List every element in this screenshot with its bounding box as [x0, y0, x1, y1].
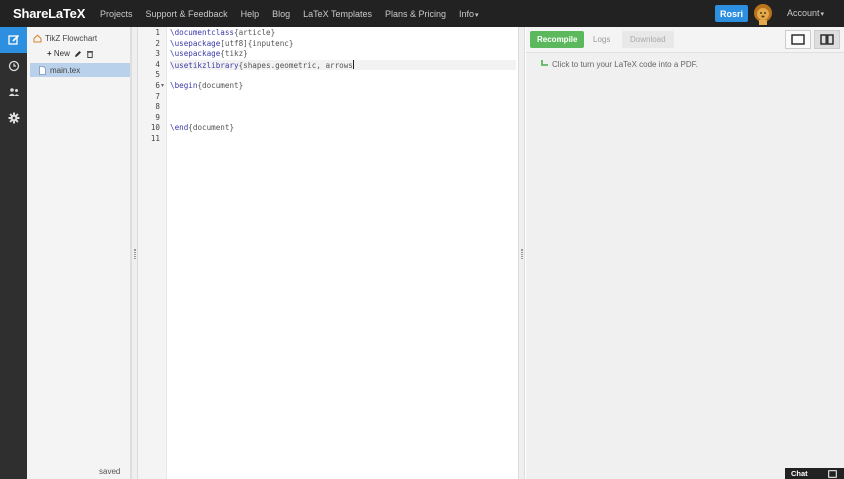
- file-item-main-tex[interactable]: main.tex: [30, 63, 130, 77]
- code-editor[interactable]: 1 2 3 4 5 6 ▾ 7 8 9 10 11 \documentclass{article} \u…: [138, 27, 518, 479]
- file-tree-panel: TikZ Flowchart + New main.tex saved: [27, 27, 131, 479]
- new-file-label: New: [53, 49, 70, 58]
- code-token: {tikz}: [220, 49, 248, 59]
- code-line[interactable]: [170, 102, 516, 113]
- lion-mascot-icon: [754, 4, 772, 25]
- text-cursor: [352, 59, 354, 69]
- project-name: TikZ Flowchart: [45, 34, 98, 43]
- single-pane-layout-button[interactable]: [785, 30, 811, 49]
- single-pane-icon: [791, 34, 805, 45]
- split-pane-icon: [820, 34, 834, 45]
- code-line[interactable]: [170, 113, 516, 124]
- code-line[interactable]: \begin{document}: [170, 81, 516, 92]
- chat-tab[interactable]: Chat: [785, 468, 844, 479]
- code-token: \usepackage: [170, 49, 221, 59]
- line-number: 8: [155, 102, 160, 112]
- code-token: \usetikzlibrary: [170, 60, 239, 70]
- main-nav: Projects Support & Feedback Help Blog La…: [100, 9, 492, 19]
- arrow-up-left-icon: [541, 60, 548, 66]
- code-line[interactable]: [170, 92, 516, 103]
- code-token: [utf8]{inputenc}: [220, 38, 294, 48]
- rail-editor-button[interactable]: [0, 27, 27, 53]
- share-icon: [8, 88, 19, 96]
- save-status: saved: [99, 467, 121, 476]
- code-line[interactable]: \usepackage[utf8]{inputenc}: [170, 39, 516, 50]
- code-token: {document}: [197, 81, 244, 90]
- file-icon: [39, 65, 46, 75]
- code-line[interactable]: \end{document}: [170, 123, 516, 134]
- pencil-icon[interactable]: [74, 50, 82, 58]
- file-name: main.tex: [50, 65, 81, 75]
- new-file-button[interactable]: + New: [47, 49, 70, 58]
- rail-history-button[interactable]: [0, 53, 27, 79]
- edit-icon: [7, 34, 19, 45]
- code-token: {document}: [188, 123, 235, 133]
- line-number: 7: [155, 91, 160, 101]
- line-number: 5: [155, 70, 160, 80]
- account-dropdown[interactable]: Account▾: [787, 8, 824, 18]
- nav-blog[interactable]: Blog: [272, 9, 290, 19]
- history-icon: [8, 60, 19, 72]
- rail-share-button[interactable]: [0, 79, 27, 105]
- chat-expand-icon: [827, 469, 837, 478]
- home-icon: [33, 34, 42, 43]
- line-number: 4: [155, 59, 160, 69]
- rail-settings-button[interactable]: [0, 105, 27, 131]
- chevron-down-icon: ▾: [475, 11, 479, 19]
- left-toolbar: [0, 27, 27, 479]
- code-line[interactable]: \documentclass{article}: [170, 28, 516, 39]
- nav-support-feedback[interactable]: Support & Feedback: [146, 9, 228, 19]
- fold-toggle-icon[interactable]: ▾: [161, 81, 164, 92]
- line-number: 10: [150, 123, 160, 133]
- code-line[interactable]: \usetikzlibrary{shapes.geometric, arrows: [170, 59, 516, 71]
- line-number: 9: [155, 112, 160, 122]
- code-line[interactable]: [170, 70, 516, 81]
- recompile-hint: Click to turn your LaTeX code into a PDF…: [540, 59, 698, 69]
- pdf-toolbar: Recompile Logs Download: [526, 27, 844, 53]
- nav-info-dropdown[interactable]: Info▾: [459, 9, 479, 19]
- code-token: \end: [170, 123, 189, 133]
- grip-icon: [521, 249, 523, 259]
- line-number: 3: [155, 49, 160, 59]
- code-token: \usepackage: [170, 38, 221, 48]
- project-root[interactable]: TikZ Flowchart: [33, 34, 97, 43]
- code-line[interactable]: \usepackage{tikz}: [170, 49, 516, 60]
- line-number: 2: [155, 38, 160, 48]
- nav-info-label: Info: [459, 8, 475, 19]
- file-tree-actions: + New: [47, 49, 94, 58]
- chevron-down-icon: ▾: [820, 11, 825, 18]
- sharelatex-window: ShareLaTeX Projects Support & Feedback H…: [0, 0, 844, 479]
- nav-help[interactable]: Help: [241, 9, 260, 19]
- trash-icon[interactable]: [86, 50, 94, 58]
- account-label: Account: [787, 8, 820, 18]
- user-button[interactable]: Rosri: [715, 5, 749, 22]
- logs-button[interactable]: Logs: [587, 31, 616, 48]
- layout-toggle-group: [785, 30, 840, 49]
- pdf-preview-panel: Recompile Logs Download Click to turn yo…: [526, 27, 844, 479]
- pdf-resize-handle[interactable]: [518, 27, 525, 479]
- split-pane-layout-button[interactable]: [814, 30, 840, 49]
- settings-icon: [8, 112, 19, 124]
- nav-projects[interactable]: Projects: [100, 9, 133, 19]
- code-token: {shapes.geometric, arrows: [238, 60, 353, 70]
- line-number-gutter: 1 2 3 4 5 6 ▾ 7 8 9 10 11: [138, 27, 167, 479]
- chat-label: Chat: [791, 469, 808, 478]
- top-navbar: ShareLaTeX Projects Support & Feedback H…: [0, 0, 844, 27]
- brand-logo[interactable]: ShareLaTeX: [0, 6, 100, 21]
- line-number: 6: [155, 81, 160, 90]
- recompile-hint-text: Click to turn your LaTeX code into a PDF…: [552, 59, 698, 69]
- recompile-button[interactable]: Recompile: [530, 31, 585, 48]
- code-token: \begin: [170, 81, 198, 90]
- line-number: 1: [155, 28, 160, 37]
- nav-plans-pricing[interactable]: Plans & Pricing: [385, 9, 446, 19]
- code-token: \documentclass: [170, 28, 235, 37]
- code-line[interactable]: [170, 134, 516, 145]
- grip-icon: [134, 249, 136, 259]
- plus-icon: +: [47, 49, 52, 58]
- download-button[interactable]: Download: [622, 31, 674, 48]
- line-number: 11: [150, 134, 160, 143]
- filetree-resize-handle[interactable]: [131, 27, 138, 479]
- code-token: {article}: [234, 28, 276, 37]
- nav-latex-templates[interactable]: LaTeX Templates: [303, 9, 372, 19]
